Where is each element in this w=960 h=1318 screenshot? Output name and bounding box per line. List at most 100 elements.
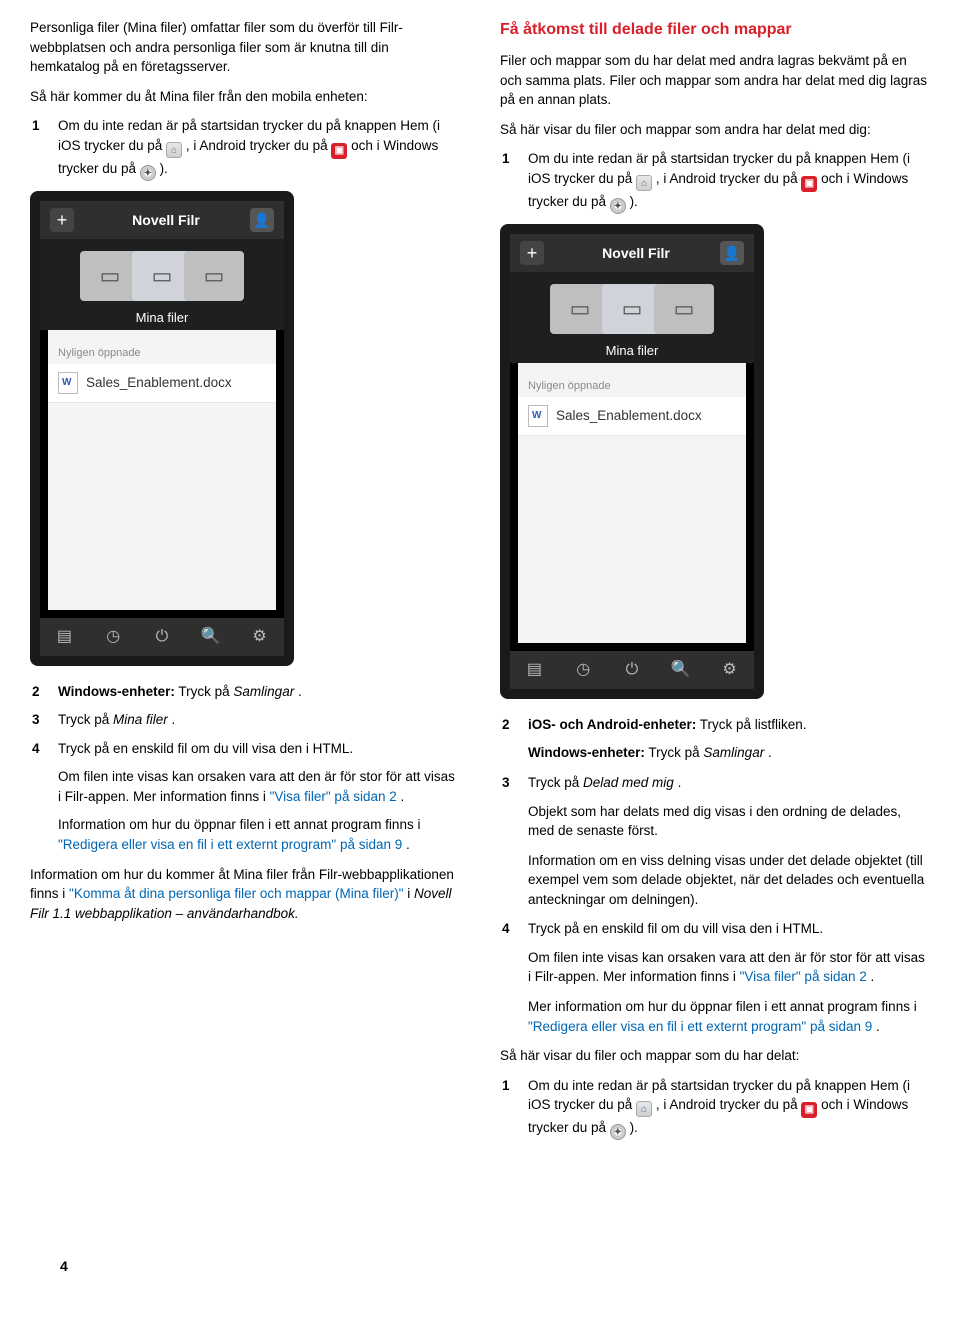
android-icon: ▣ <box>801 176 817 192</box>
phone-toolbar: ▤ ◷ ⏻ 🔍 ⚙ <box>40 618 284 656</box>
step-text: Tryck på <box>648 745 703 760</box>
power-icon[interactable]: ⏻ <box>151 625 173 648</box>
right-step-4: 4 Tryck på en enskild fil om du vill vis… <box>516 919 930 1036</box>
word-file-icon <box>528 405 548 427</box>
tiles-row: ▭ ▭ ▭ <box>40 251 284 301</box>
tiles-label: Mina filer <box>510 342 754 361</box>
right-step-3: 3 Tryck på Delad med mig . Objekt som ha… <box>516 773 930 909</box>
link-redigera[interactable]: "Redigera eller visa en fil i ett extern… <box>58 837 402 852</box>
step-text: ). <box>160 161 168 176</box>
file-row[interactable]: Sales_Enablement.docx <box>518 397 746 436</box>
step-text: . <box>172 712 176 727</box>
phone-header: + Novell Filr 👤 <box>40 201 284 239</box>
step-ital: Delad med mig <box>583 775 674 790</box>
phone-header: + Novell Filr 👤 <box>510 234 754 272</box>
step-text: . <box>406 837 410 852</box>
tile-icon: ▭ <box>550 284 610 334</box>
step-text: ). <box>630 194 638 209</box>
step-para: Om filen inte visas kan orsaken vara att… <box>58 767 460 806</box>
files-tab-icon[interactable]: ▤ <box>53 625 75 648</box>
avatar-icon[interactable]: 👤 <box>720 241 744 265</box>
clock-icon[interactable]: ◷ <box>102 625 124 648</box>
file-name: Sales_Enablement.docx <box>86 373 232 393</box>
link-redigera[interactable]: "Redigera eller visa en fil i ett extern… <box>528 1019 872 1034</box>
link-visa-filer[interactable]: "Visa filer" på sidan 2 <box>270 789 397 804</box>
step-label: Windows-enheter: <box>528 745 645 760</box>
left-step-2: 2 Windows-enheter: Tryck på Samlingar . <box>46 682 460 702</box>
section-sub: Nyligen öppnade <box>48 344 276 364</box>
add-icon[interactable]: + <box>50 208 74 232</box>
search-icon[interactable]: 🔍 <box>670 658 692 681</box>
link-komma-at[interactable]: "Komma åt dina personliga filer och mapp… <box>69 886 403 901</box>
power-icon[interactable]: ⏻ <box>621 658 643 681</box>
step-number: 3 <box>502 773 510 793</box>
link-visa-filer[interactable]: "Visa filer" på sidan 2 <box>740 969 867 984</box>
step-ital: Samlingar <box>703 745 764 760</box>
gear-icon[interactable]: ⚙ <box>719 658 741 681</box>
windows-icon: ✦ <box>140 165 156 181</box>
phone-mock-left: + Novell Filr 👤 ▭ ▭ ▭ Mina filer Nyligen… <box>30 191 294 666</box>
file-name: Sales_Enablement.docx <box>556 406 702 426</box>
avatar-icon[interactable]: 👤 <box>250 208 274 232</box>
step-label: iOS- och Android-enheter: <box>528 717 696 732</box>
step-text: . <box>401 789 405 804</box>
step-para: Mer information om hur du öppnar filen i… <box>528 997 930 1036</box>
right-step-2: 2 iOS- och Android-enheter: Tryck på lis… <box>516 715 930 763</box>
step-text: . <box>298 684 302 699</box>
footer-para: Information om hur du kommer åt Mina fil… <box>30 865 460 924</box>
tile-icon: ▭ <box>80 251 140 301</box>
step-number: 4 <box>32 739 40 759</box>
add-icon[interactable]: + <box>520 241 544 265</box>
para: Så här visar du filer och mappar som and… <box>500 120 930 140</box>
step-ital: Samlingar <box>233 684 294 699</box>
step-number: 1 <box>502 1076 510 1096</box>
phone-title: Novell Filr <box>82 210 250 230</box>
phone-toolbar: ▤ ◷ ⏻ 🔍 ⚙ <box>510 651 754 689</box>
windows-icon: ✦ <box>610 198 626 214</box>
step-text: , i Android trycker du på <box>656 171 802 186</box>
step-number: 1 <box>32 116 40 136</box>
home-icon: ⌂ <box>166 142 182 158</box>
step-text: Mer information om hur du öppnar filen i… <box>528 999 917 1014</box>
phone-mock-right: + Novell Filr 👤 ▭ ▭ ▭ Mina filer Nyligen… <box>500 224 764 699</box>
step-number: 2 <box>32 682 40 702</box>
step-label: Windows-enheter: <box>58 684 175 699</box>
step-text: Tryck på <box>528 775 583 790</box>
left-step-1: 1 Om du inte redan är på startsidan tryc… <box>46 116 460 181</box>
home-icon: ⌂ <box>636 175 652 191</box>
step-ital: Mina filer <box>113 712 168 727</box>
step-text: Tryck på en enskild fil om du vill visa … <box>58 741 353 756</box>
gear-icon[interactable]: ⚙ <box>249 625 271 648</box>
step-number: 1 <box>502 149 510 169</box>
phone-title: Novell Filr <box>552 243 720 263</box>
left-step-3: 3 Tryck på Mina filer . <box>46 710 460 730</box>
page-number: 4 <box>60 1256 68 1276</box>
section-sub: Nyligen öppnade <box>518 377 746 397</box>
tile-icon: ▭ <box>654 284 714 334</box>
windows-icon: ✦ <box>610 1124 626 1140</box>
tile-icon: ▭ <box>184 251 244 301</box>
home-icon: ⌂ <box>636 1101 652 1117</box>
step-text: Information om hur du öppnar filen i ett… <box>58 817 420 832</box>
step-para: Information om hur du öppnar filen i ett… <box>58 815 460 854</box>
word-file-icon <box>58 372 78 394</box>
step-text: Tryck på listfliken. <box>700 717 807 732</box>
tail-step-1: 1 Om du inte redan är på startsidan tryc… <box>516 1076 930 1141</box>
tail-para: Så här visar du filer och mappar som du … <box>500 1046 930 1066</box>
clock-icon[interactable]: ◷ <box>572 658 594 681</box>
step-text: . <box>876 1019 880 1034</box>
step-para: Objekt som har delats med dig visas i de… <box>528 802 930 841</box>
step-text: . <box>678 775 682 790</box>
files-tab-icon[interactable]: ▤ <box>523 658 545 681</box>
step-text: Tryck på <box>178 684 233 699</box>
step-number: 2 <box>502 715 510 735</box>
file-row[interactable]: Sales_Enablement.docx <box>48 364 276 403</box>
intro-text: Personliga filer (Mina filer) omfattar f… <box>30 18 460 77</box>
tiles-label: Mina filer <box>40 309 284 328</box>
left-step-4: 4 Tryck på en enskild fil om du vill vis… <box>46 739 460 855</box>
step-text: ). <box>630 1120 638 1135</box>
step-number: 4 <box>502 919 510 939</box>
para: Filer och mappar som du har delat med an… <box>500 51 930 110</box>
right-step-1: 1 Om du inte redan är på startsidan tryc… <box>516 149 930 214</box>
search-icon[interactable]: 🔍 <box>200 625 222 648</box>
